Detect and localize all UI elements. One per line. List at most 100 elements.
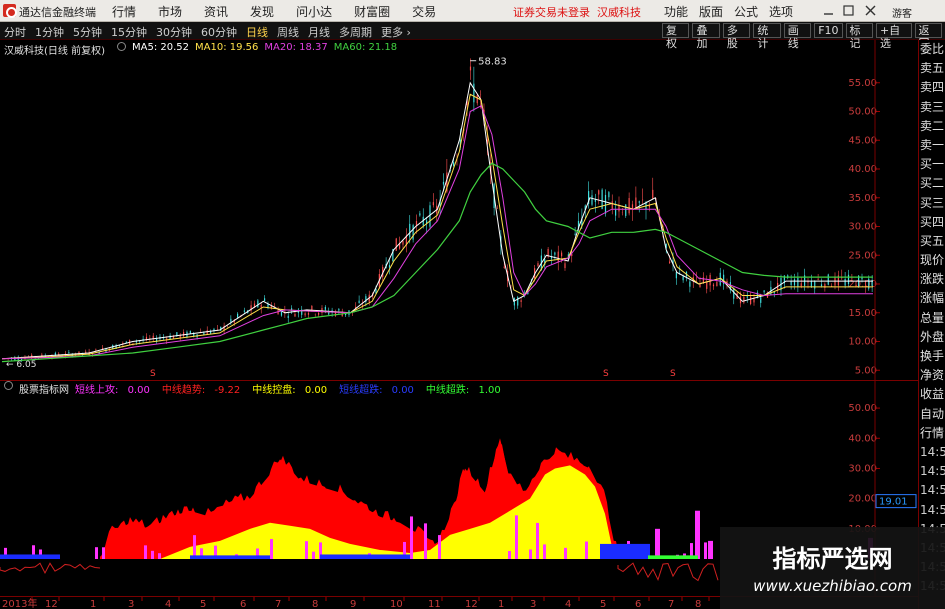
ma-line-ma60 <box>1 162 873 363</box>
side-panel-item[interactable]: 买一 <box>919 155 945 174</box>
period-tab-3[interactable]: 15分钟 <box>111 24 147 40</box>
tool-button-8[interactable]: 返回 <box>914 23 942 50</box>
indicator-3: 中线控盘: 0.00 <box>252 385 328 396</box>
date-tick-label: 6 <box>240 599 246 609</box>
signal-marker: S <box>603 369 609 379</box>
side-panel-item[interactable]: 卖五 <box>919 59 945 78</box>
side-panel-item[interactable]: 涨跌 <box>919 270 945 289</box>
date-tick-label: 7 <box>668 599 674 609</box>
side-panel-item[interactable]: 现价 <box>919 251 945 270</box>
bar-short-attack <box>564 547 567 559</box>
side-panel-item[interactable]: 收益 <box>919 385 945 404</box>
ma20-value: MA20: 18.37 <box>264 42 328 53</box>
menu-item-layout[interactable]: 版面 <box>699 3 723 20</box>
settings-circle-icon[interactable] <box>116 42 126 51</box>
watermark-text: 指标严选网 <box>772 545 893 573</box>
side-panel-item[interactable]: 买二 <box>919 174 945 193</box>
ma-line-ma10 <box>1 93 873 360</box>
period-tab-0[interactable]: 分时 <box>4 24 26 40</box>
side-panel-item[interactable]: 自动 <box>919 405 945 424</box>
period-tab-10[interactable]: 更多 › <box>381 24 411 40</box>
menu-item-wealth[interactable]: 财富圈 <box>354 3 390 20</box>
period-tab-5[interactable]: 60分钟 <box>201 24 237 40</box>
menu-item-formula[interactable]: 公式 <box>734 3 758 20</box>
side-panel-item[interactable]: 卖四 <box>919 78 945 97</box>
tool-button-4[interactable]: 画线 <box>783 23 812 50</box>
bar-short-attack <box>424 523 427 559</box>
tool-button-5[interactable]: F10 <box>814 23 843 38</box>
date-tick-label: 5 <box>200 599 206 609</box>
side-panel-item[interactable]: 总量 <box>919 309 945 328</box>
side-panel-item[interactable]: 卖二 <box>919 117 945 136</box>
menu-item-function[interactable]: 功能 <box>664 3 688 20</box>
side-panel-item[interactable]: 卖一 <box>919 136 945 155</box>
menu-item-trade[interactable]: 交易 <box>412 3 436 20</box>
side-panel-item[interactable]: 委比 <box>919 40 945 59</box>
chart-tools: 复权叠加多股统计画线F10标记+自选返回 <box>662 23 945 50</box>
bar-short-attack <box>158 553 161 559</box>
period-tab-4[interactable]: 30分钟 <box>156 24 192 40</box>
date-tick-label: 5 <box>600 599 606 609</box>
menu-item-market[interactable]: 市场 <box>158 3 182 20</box>
bar-short-attack <box>585 541 588 559</box>
date-tick-label: 10 <box>390 599 403 609</box>
side-panel-item[interactable]: 14:50 <box>919 481 945 500</box>
side-panel-item[interactable]: 外盘 <box>919 328 945 347</box>
period-tab-7[interactable]: 周线 <box>277 24 299 40</box>
side-panel-item[interactable]: 14:50 <box>919 443 945 462</box>
date-tick-label: 1 <box>90 599 96 609</box>
guest-label[interactable]: 游客 <box>892 5 912 20</box>
side-panel-item[interactable]: 买三 <box>919 194 945 213</box>
period-tab-9[interactable]: 多周期 <box>339 24 372 40</box>
period-tabs: 分时 1分钟 5分钟 15分钟 30分钟 60分钟 日线 周线 月线 多周期 更多 › <box>4 24 420 40</box>
period-tab-1[interactable]: 1分钟 <box>35 24 64 40</box>
date-tick-label: 8 <box>695 599 701 609</box>
signal-marker: S <box>670 369 676 379</box>
side-panel-item[interactable]: 买四 <box>919 213 945 232</box>
indicator-2: 中线趋势: -9.22 <box>161 385 241 396</box>
side-panel-item[interactable]: 换手 <box>919 347 945 366</box>
menu-item-options[interactable]: 选项 <box>769 3 793 20</box>
period-tab-6[interactable]: 日线 <box>246 24 268 40</box>
menu-item-news[interactable]: 资讯 <box>204 3 228 20</box>
y-tick-label: 35.00 <box>848 193 877 204</box>
settings-circle-icon[interactable] <box>4 381 13 390</box>
menu-item-quotes[interactable]: 行情 <box>112 3 136 20</box>
current-value-label: 19.01 <box>879 497 908 508</box>
login-notice[interactable]: 证券交易未登录 汉威科技 <box>513 4 641 20</box>
side-panel-item[interactable]: 涨幅 <box>919 289 945 308</box>
watermark: 指标严选网 www.xuezhibiao.com <box>720 527 945 609</box>
menu-item-ask[interactable]: 问小达 <box>296 3 332 20</box>
period-tab-2[interactable]: 5分钟 <box>73 24 102 40</box>
indicator-1: 短线上攻: 0.00 <box>75 385 150 396</box>
side-panel-item[interactable]: 14:50 <box>919 501 945 520</box>
y-tick-label: 40.00 <box>848 164 877 175</box>
tool-button-6[interactable]: 标记 <box>845 23 873 50</box>
y-tick-label: 25.00 <box>848 250 877 261</box>
ma-legend: 汉威科技(日线 前复权) MA5: 20.52 MA10: 19.56 MA20… <box>4 42 403 57</box>
app-logo-icon <box>3 4 17 18</box>
side-panel-item[interactable]: 买五 <box>919 232 945 251</box>
side-panel-item[interactable]: 14:50 <box>919 462 945 481</box>
side-panel-item[interactable]: 行情 <box>919 424 945 443</box>
ma60-value: MA60: 21.18 <box>333 42 398 53</box>
bar-short-attack <box>438 535 441 559</box>
date-tick-label: 11 <box>428 599 441 609</box>
tool-button-0[interactable]: 复权 <box>662 23 690 50</box>
side-panel-item[interactable]: 卖三 <box>919 98 945 117</box>
tool-button-1[interactable]: 叠加 <box>692 23 720 50</box>
tool-button-2[interactable]: 多股 <box>722 23 751 50</box>
date-tick-label: 12 <box>465 599 478 609</box>
date-tick-label: 8 <box>312 599 318 609</box>
side-panel-item[interactable]: 净资 <box>919 366 945 385</box>
date-tick-label: 6 <box>635 599 641 609</box>
menu-item-discover[interactable]: 发现 <box>250 3 274 20</box>
tool-button-7[interactable]: +自选 <box>875 23 912 50</box>
kline-chart[interactable]: 5.00 10.00 15.00 20.00 25.00 30.00 35.00 40.00 4… <box>0 40 918 380</box>
main-menu: 行情 市场 资讯 发现 问小达 财富圈 交易 <box>112 3 458 20</box>
y-tick-label: 30.00 <box>848 222 877 233</box>
tool-button-3[interactable]: 统计 <box>753 23 781 50</box>
period-tab-8[interactable]: 月线 <box>308 24 330 40</box>
date-tick-label: 2013年 <box>2 597 37 609</box>
indicator-legend: 股票指标网 短线上攻: 0.00 中线趋势: -9.22 中线控盘: 0.00 … <box>4 381 513 396</box>
